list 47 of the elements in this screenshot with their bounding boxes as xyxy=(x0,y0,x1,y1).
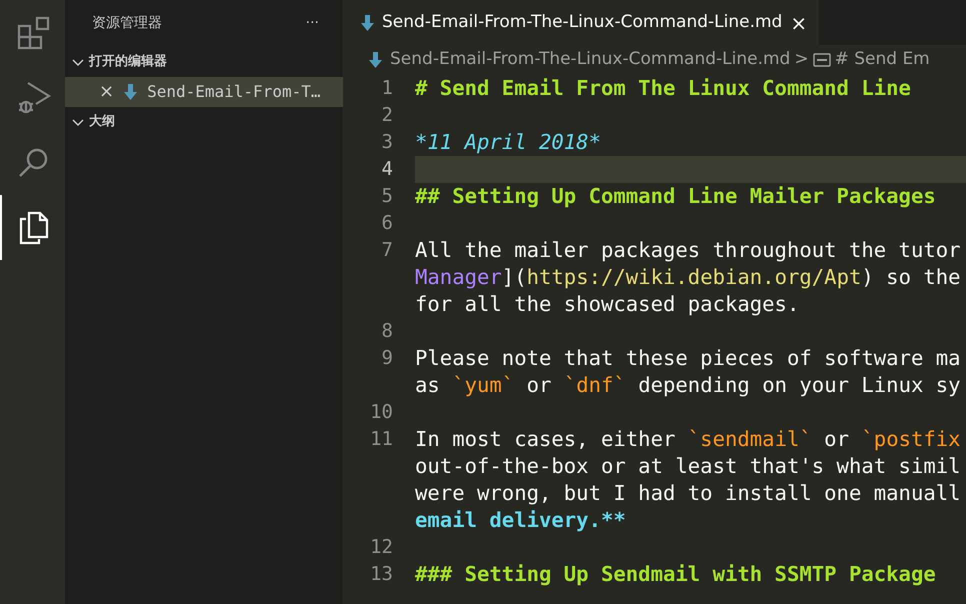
file-name: Send-Email-From-T… xyxy=(147,81,320,103)
download-arrow-icon xyxy=(124,84,138,100)
code-line: Manager](https://wiki.debian.org/Apt) so the xyxy=(415,265,961,289)
code-line: *11 April 2018* xyxy=(415,130,601,154)
line-number: 1 xyxy=(380,76,393,101)
open-editor-item[interactable]: × Send-Email-From-T… xyxy=(65,77,343,107)
sidebar-title: 资源管理器 xyxy=(92,14,162,33)
code-line: All the mailer packages throughout the tutor xyxy=(415,238,961,262)
code-line: email delivery.** xyxy=(415,508,626,532)
line-number: 2 xyxy=(380,103,393,128)
tab-label: Send-Email-From-The-Linux-Command-Line.md xyxy=(382,10,782,34)
string-symbol-icon xyxy=(812,53,831,67)
more-actions-button[interactable]: ··· xyxy=(302,13,323,34)
code-line: Please note that these pieces of software ma xyxy=(415,346,961,370)
code-line: # Send Email From The Linux Command Line xyxy=(415,76,911,100)
line-number: 3 xyxy=(380,130,393,155)
line-number: 6 xyxy=(380,211,393,236)
code-line: ### Setting Up Sendmail with SSMTP Package xyxy=(415,562,936,586)
section-header[interactable]: 大纲 xyxy=(89,112,115,132)
line-number: 11 xyxy=(369,427,393,452)
code-line: as `yum` or `dnf` depending on your Linux sy xyxy=(415,373,961,397)
debug-icon[interactable] xyxy=(16,80,50,116)
close-button[interactable]: × xyxy=(99,83,114,101)
close-button[interactable]: × xyxy=(790,12,808,32)
download-arrow-icon xyxy=(361,14,374,30)
section-header[interactable]: 打开的编辑器 xyxy=(89,52,167,72)
line-number: 5 xyxy=(380,184,393,209)
extensions-icon[interactable] xyxy=(16,16,50,50)
code-line: In most cases, either `sendmail` or `postfix xyxy=(415,427,961,451)
code-line: out-of-the-box or at least that's what simil xyxy=(415,454,961,478)
editor-tab[interactable]: Send-Email-From-The-Linux-Command-Line.md × xyxy=(343,0,820,45)
breadcrumb-symbol[interactable]: # Send Em xyxy=(834,47,930,73)
line-number: 9 xyxy=(380,346,393,371)
download-arrow-icon xyxy=(369,52,382,68)
code-line: ## Setting Up Command Line Mailer Packages xyxy=(415,184,936,208)
code-line: for all the showcased packages. xyxy=(415,292,800,316)
code-line: were wrong, but I had to install one manuall xyxy=(415,481,961,505)
line-number: 8 xyxy=(380,319,393,344)
breadcrumb-file[interactable]: Send-Email-From-The-Linux-Command-Line.md xyxy=(390,47,790,73)
line-number: 7 xyxy=(380,238,393,263)
line-number: 12 xyxy=(369,535,393,560)
line-number: 4 xyxy=(380,157,393,182)
files-icon[interactable] xyxy=(18,210,48,244)
search-icon[interactable] xyxy=(18,146,50,178)
line-number: 13 xyxy=(369,562,393,587)
breadcrumb-separator: > xyxy=(794,48,809,72)
line-number: 10 xyxy=(369,400,393,425)
